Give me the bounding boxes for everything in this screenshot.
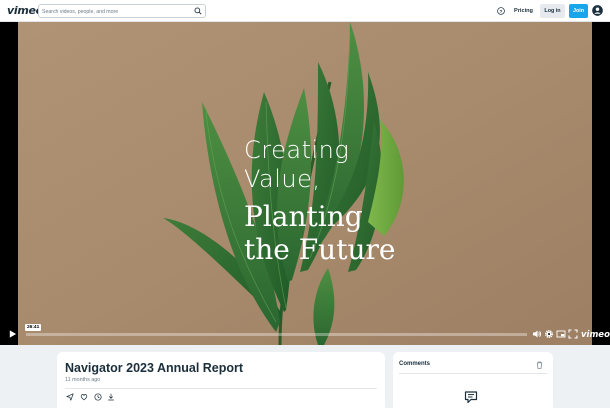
play-icon[interactable] bbox=[8, 329, 17, 339]
divider bbox=[65, 388, 377, 389]
overlay-line-2: Value, bbox=[244, 165, 321, 193]
login-button[interactable]: Log in bbox=[540, 4, 565, 18]
top-nav: vimeo ? Pricing Log in Join bbox=[0, 0, 610, 22]
volume-icon[interactable] bbox=[532, 329, 542, 339]
svg-text:?: ? bbox=[500, 9, 503, 15]
overlay-heading-serif: Planting the Future bbox=[244, 200, 395, 266]
overlay-line-4: the Future bbox=[244, 233, 396, 266]
comments-divider bbox=[399, 373, 547, 374]
join-button[interactable]: Join bbox=[569, 4, 588, 18]
like-icon[interactable] bbox=[80, 393, 88, 401]
download-icon[interactable] bbox=[107, 393, 115, 401]
comments-panel: Comments bbox=[393, 352, 553, 408]
pip-icon[interactable] bbox=[556, 329, 566, 339]
chat-icon bbox=[464, 391, 478, 404]
vimeo-player-logo[interactable]: vimeo bbox=[581, 330, 610, 340]
search-box[interactable] bbox=[38, 4, 206, 18]
comments-heading: Comments bbox=[399, 361, 431, 367]
help-icon[interactable]: ? bbox=[497, 7, 505, 15]
player-controls: 26:41 vimeo bbox=[0, 324, 610, 345]
search-input[interactable] bbox=[42, 6, 192, 17]
pricing-link[interactable]: Pricing bbox=[514, 8, 533, 14]
watch-later-icon[interactable] bbox=[94, 393, 102, 401]
trash-icon[interactable] bbox=[536, 361, 543, 369]
upload-date: 11 months ago bbox=[65, 377, 101, 383]
overlay-line-1: Creating bbox=[244, 136, 350, 164]
video-info-card: Navigator 2023 Annual Report 11 months a… bbox=[57, 352, 385, 408]
video-title: Navigator 2023 Annual Report bbox=[65, 361, 244, 375]
overlay-heading-sans: Creating Value, bbox=[244, 136, 349, 194]
video-player[interactable]: Creating Value, Planting the Future 26:4… bbox=[0, 22, 610, 345]
overlay-line-3: Planting bbox=[244, 200, 363, 233]
time-tooltip: 26:41 bbox=[25, 324, 42, 331]
settings-icon[interactable] bbox=[544, 329, 554, 339]
search-icon[interactable] bbox=[194, 7, 202, 15]
progress-bar[interactable] bbox=[26, 333, 527, 336]
video-frame[interactable]: Creating Value, Planting the Future bbox=[18, 22, 592, 345]
avatar-icon[interactable] bbox=[592, 5, 603, 16]
fullscreen-icon[interactable] bbox=[568, 329, 578, 339]
share-icon[interactable] bbox=[66, 393, 74, 401]
